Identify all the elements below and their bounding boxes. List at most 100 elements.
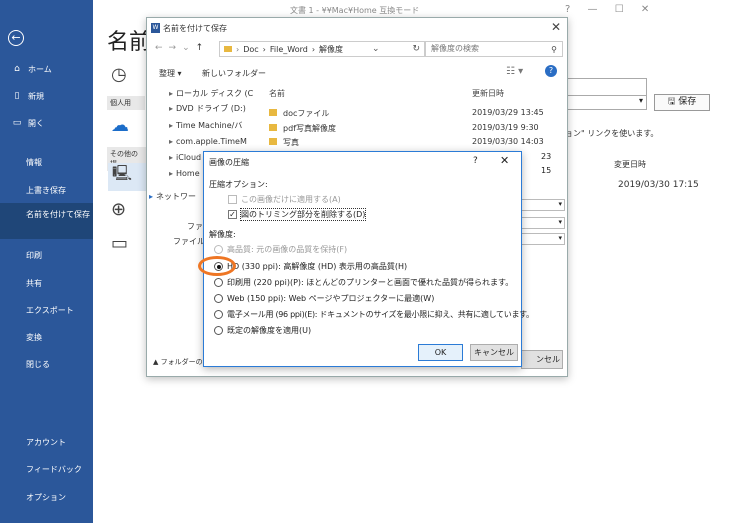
close-icon[interactable]: ✕ <box>641 4 649 15</box>
back-arrow-icon[interactable]: ← <box>8 30 24 46</box>
help-icon[interactable]: ? <box>545 65 557 77</box>
radio-label: 電子メール用 (96 ppi)(E): ドキュメントのサイズを最小限に抑え、共有… <box>227 310 534 319</box>
window-title: 文書 1 - ¥¥Mac¥Home 互換モード <box>290 6 420 15</box>
file-date: 2019/03/30 14:03 <box>472 137 544 146</box>
sidebar-item-home[interactable]: ⌂ ホーム <box>0 56 93 82</box>
bg-save-button[interactable]: 🖫 保存 <box>654 94 710 111</box>
nav-label: ローカル ディスク (C <box>176 89 254 98</box>
checkbox-box <box>228 195 237 204</box>
sidebar-item-label: 名前を付けて保存 <box>26 210 90 219</box>
nav-label: Home <box>176 169 200 178</box>
open-folder-icon: ▭ <box>12 118 22 128</box>
breadcrumb-file-word[interactable]: File_Word <box>270 45 308 54</box>
help-icon[interactable]: ? <box>565 4 570 15</box>
file-row[interactable]: 写真 <box>269 137 299 148</box>
folder-icon <box>269 124 277 131</box>
compress-close-icon[interactable]: ✕ <box>500 154 509 167</box>
page-title: 名前 <box>107 30 152 55</box>
nav-arrows: ←→⌄↑ <box>155 43 209 53</box>
resolution-radio-default[interactable]: 既定の解像度を適用(U) <box>214 325 311 336</box>
search-input[interactable]: 解像度の検索 ⚲ <box>425 41 563 57</box>
maximize-icon[interactable]: ☐ <box>615 4 624 15</box>
forward-arrow-icon[interactable]: → <box>169 43 183 53</box>
add-place-globe-icon[interactable]: ⊕ <box>111 199 126 220</box>
sidebar-item-feedback[interactable]: フィードバック <box>26 464 82 475</box>
radio-circle <box>214 326 223 335</box>
up-arrow-icon[interactable]: ↑ <box>196 43 210 53</box>
sidebar-item-options[interactable]: オプション <box>26 492 66 503</box>
save-as-close-icon[interactable]: ✕ <box>551 20 561 34</box>
hide-folders-toggle[interactable]: ▲ フォルダーの非 <box>153 357 210 367</box>
bg-save-button-label: 保存 <box>678 97 697 107</box>
column-header-name[interactable]: 名前 <box>269 88 285 99</box>
refresh-icon[interactable]: ↻ <box>412 44 420 54</box>
resolution-radio-print[interactable]: 印刷用 (220 ppi)(P): ほとんどのプリンターと画面で優れた品質が得ら… <box>214 277 513 288</box>
resolution-radio-web[interactable]: Web (150 ppi): Web ページやプロジェクターに最適(W) <box>214 293 434 304</box>
file-name: pdf写真解像度 <box>283 124 336 133</box>
radio-circle <box>214 245 223 254</box>
nav-icloud[interactable]: ▸ iCloud <box>169 153 201 162</box>
nav-home[interactable]: ▸ Home <box>169 169 200 178</box>
bg-modified-header: 変更日時 <box>614 160 646 169</box>
sidebar-item-print[interactable]: 印刷 <box>26 250 42 261</box>
nav-label: iCloud <box>176 153 202 162</box>
radio-label: Web (150 ppi): Web ページやプロジェクターに最適(W) <box>227 294 435 303</box>
nav-com-apple[interactable]: ▸ com.apple.TimeM <box>169 137 247 146</box>
breadcrumb-resolution[interactable]: 解像度 <box>319 44 343 55</box>
nav-local-disk[interactable]: ▸ ローカル ディスク (C <box>169 88 253 99</box>
save-as-cancel-button[interactable]: ンセル <box>521 350 563 369</box>
checkbox-checked-icon: ✓ <box>228 210 237 219</box>
sidebar-item-close[interactable]: 閉じる <box>26 359 50 370</box>
filename-dropdown[interactable]: ▾ <box>517 199 565 211</box>
radio-circle <box>214 278 223 287</box>
resolution-radio-email[interactable]: 電子メール用 (96 ppi)(E): ドキュメントのサイズを最小限に抑え、共有… <box>214 309 534 320</box>
compress-help-icon[interactable]: ? <box>473 156 478 166</box>
delete-cropped-areas-checkbox[interactable]: ✓ 図のトリミング部分を削除する(D) <box>228 208 367 221</box>
sidebar-item-convert[interactable]: 変換 <box>26 332 42 343</box>
nav-network[interactable]: ▸ ネットワー <box>149 191 196 202</box>
sidebar-item-save[interactable]: 上書き保存 <box>26 185 66 196</box>
resolution-radio-high-fidelity[interactable]: 高品質: 元の画像の品質を保持(F) <box>214 244 347 255</box>
new-folder-button[interactable]: 新しいフォルダー <box>202 68 266 79</box>
bg-filetype-select[interactable]: ▾ <box>563 95 647 110</box>
onedrive-cloud-icon[interactable]: ☁ <box>111 115 129 136</box>
radio-label: 既定の解像度を適用(U) <box>227 326 312 335</box>
save-as-title: 名前を付けて保存 <box>163 24 227 33</box>
back-arrow-icon[interactable]: ← <box>155 43 169 53</box>
cancel-button[interactable]: キャンセル <box>470 344 518 361</box>
search-icon: ⚲ <box>551 45 557 54</box>
nav-dvd-drive[interactable]: ▸ DVD ドライブ (D:) <box>169 103 246 114</box>
bg-filename-input[interactable] <box>563 78 647 96</box>
file-row[interactable]: docファイル <box>269 108 329 119</box>
folder-icon <box>224 46 232 52</box>
column-header-date[interactable]: 更新日時 <box>472 88 504 99</box>
apply-only-this-picture-checkbox[interactable]: この画像だけに適用する(A) <box>228 194 341 205</box>
file-row[interactable]: pdf写真解像度 <box>269 123 336 134</box>
ok-button[interactable]: OK <box>418 344 463 361</box>
view-options-icon[interactable]: ☷ ▾ <box>506 66 523 77</box>
nav-time-machine[interactable]: ▸ Time Machine/バ <box>169 120 242 131</box>
sidebar-item-info[interactable]: 情報 <box>26 157 42 168</box>
sidebar-item-account[interactable]: アカウント <box>26 437 66 448</box>
checkbox-label: 図のトリミング部分を削除する(D) <box>239 208 367 221</box>
filetype-dropdown-2[interactable]: ▾ <box>517 233 565 245</box>
sidebar-item-save-as[interactable]: 名前を付けて保存 <box>0 203 93 239</box>
compression-options-heading: 圧縮オプション: <box>209 180 268 189</box>
file-date: 2019/03/29 13:45 <box>472 108 544 117</box>
address-bar[interactable]: › Doc › File_Word › 解像度 ⌄ ↻ <box>219 41 425 57</box>
recent-chevron-icon[interactable]: ⌄ <box>182 43 196 53</box>
breadcrumb-doc[interactable]: Doc <box>243 45 258 54</box>
dropdown-chevron-icon[interactable]: ⌄ <box>372 44 380 54</box>
filetype-dropdown[interactable]: ▾ <box>517 217 565 229</box>
browse-folder-icon[interactable]: ▭ <box>111 233 128 254</box>
sidebar-item-export[interactable]: エクスポート <box>26 305 74 316</box>
resolution-radio-hd[interactable]: HD (330 ppi): 高解像度 (HD) 表示用の高品質(H) <box>214 261 407 272</box>
this-pc-icon[interactable]: 🖳 <box>108 163 146 191</box>
radio-circle <box>214 294 223 303</box>
sidebar-item-open[interactable]: ▭ 開く <box>0 110 93 136</box>
compress-title: 画像の圧縮 <box>209 158 249 167</box>
organize-button[interactable]: 整理 ▾ <box>159 68 182 79</box>
minimize-icon[interactable]: — <box>588 4 598 15</box>
sidebar-item-new[interactable]: ▯ 新規 <box>0 83 93 109</box>
sidebar-item-share[interactable]: 共有 <box>26 278 42 289</box>
